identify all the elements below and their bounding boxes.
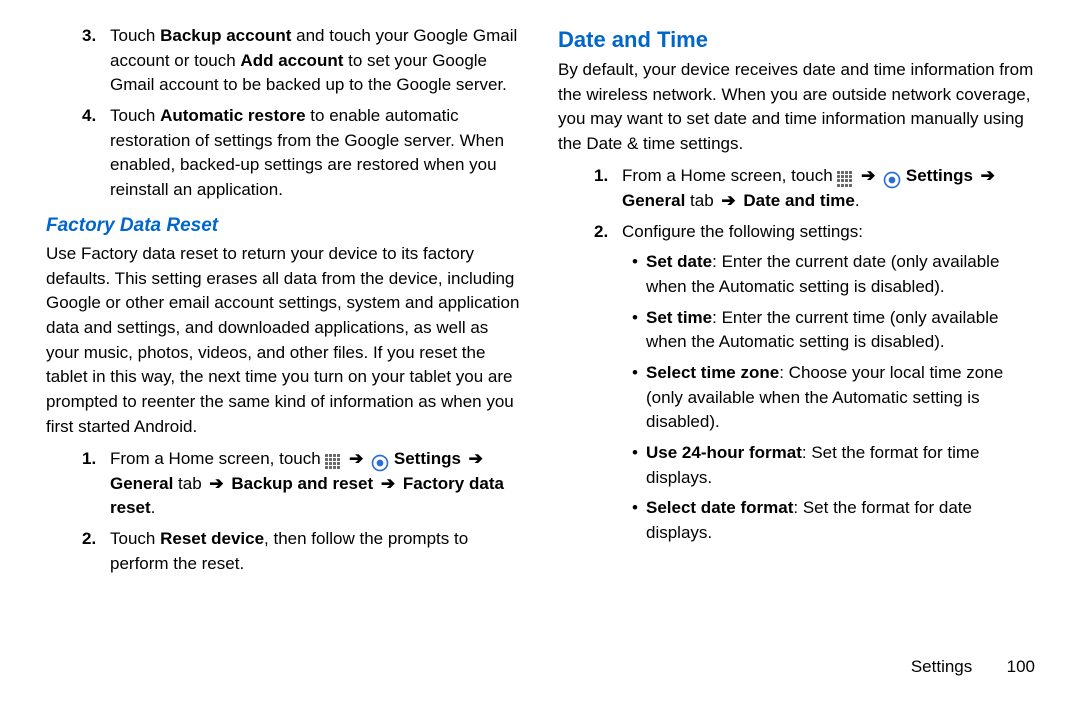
list-number: 2. <box>82 527 110 576</box>
bullet-item: • Set time: Enter the current time (only… <box>622 306 1034 355</box>
subheading-factory-data-reset: Factory Data Reset <box>46 212 522 240</box>
bullet-icon: • <box>632 361 646 435</box>
list-item: 3. Touch Backup account and touch your G… <box>82 24 522 98</box>
list-body: Touch Reset device, then follow the prom… <box>110 527 522 576</box>
bullet-icon: • <box>632 306 646 355</box>
left-column: 3. Touch Backup account and touch your G… <box>28 24 540 710</box>
arrow-icon: ➔ <box>206 474 226 493</box>
arrow-icon: ➔ <box>858 166 878 185</box>
settings-gear-icon <box>371 454 389 472</box>
bullet-icon: • <box>632 496 646 545</box>
footer-section: Settings <box>911 657 972 676</box>
bullet-item: • Select date format: Set the format for… <box>622 496 1034 545</box>
list-item: 1. From a Home screen, touch ➔ Settings … <box>82 447 522 521</box>
paragraph: Use Factory data reset to return your de… <box>46 242 522 439</box>
list-number: 1. <box>82 447 110 521</box>
list-item: 4. Touch Automatic restore to enable aut… <box>82 104 522 203</box>
page: 3. Touch Backup account and touch your G… <box>0 0 1080 720</box>
bullet-icon: • <box>632 441 646 490</box>
list-item: 1. From a Home screen, touch ➔ Settings … <box>594 164 1034 213</box>
list-body: Touch Backup account and touch your Goog… <box>110 24 522 98</box>
apps-grid-icon <box>325 454 341 470</box>
list-item: 2. Touch Reset device, then follow the p… <box>82 527 522 576</box>
bullet-item: • Select time zone: Choose your local ti… <box>622 361 1034 435</box>
list-number: 4. <box>82 104 110 203</box>
heading-date-and-time: Date and Time <box>558 24 1034 56</box>
bullet-item: • Set date: Enter the current date (only… <box>622 250 1034 299</box>
settings-gear-icon <box>883 171 901 189</box>
list-number: 2. <box>594 220 622 245</box>
list-body: From a Home screen, touch ➔ Settings ➔ G… <box>622 164 1034 213</box>
arrow-icon: ➔ <box>718 191 738 210</box>
bullet-item: • Use 24-hour format: Set the format for… <box>622 441 1034 490</box>
bullet-icon: • <box>632 250 646 299</box>
list-number: 1. <box>594 164 622 213</box>
arrow-icon: ➔ <box>378 474 398 493</box>
list-body: From a Home screen, touch ➔ Settings ➔ G… <box>110 447 522 521</box>
apps-grid-icon <box>837 171 853 187</box>
arrow-icon: ➔ <box>346 449 366 468</box>
page-number: 100 <box>995 655 1035 680</box>
arrow-icon: ➔ <box>466 449 486 468</box>
arrow-icon: ➔ <box>978 166 998 185</box>
paragraph: By default, your device receives date an… <box>558 58 1034 157</box>
list-item: 2. Configure the following settings: <box>594 220 1034 245</box>
list-body: Touch Automatic restore to enable automa… <box>110 104 522 203</box>
list-number: 3. <box>82 24 110 98</box>
right-column: Date and Time By default, your device re… <box>540 24 1052 710</box>
list-body: Configure the following settings: <box>622 220 1034 245</box>
page-footer: Settings 100 <box>911 655 1035 680</box>
